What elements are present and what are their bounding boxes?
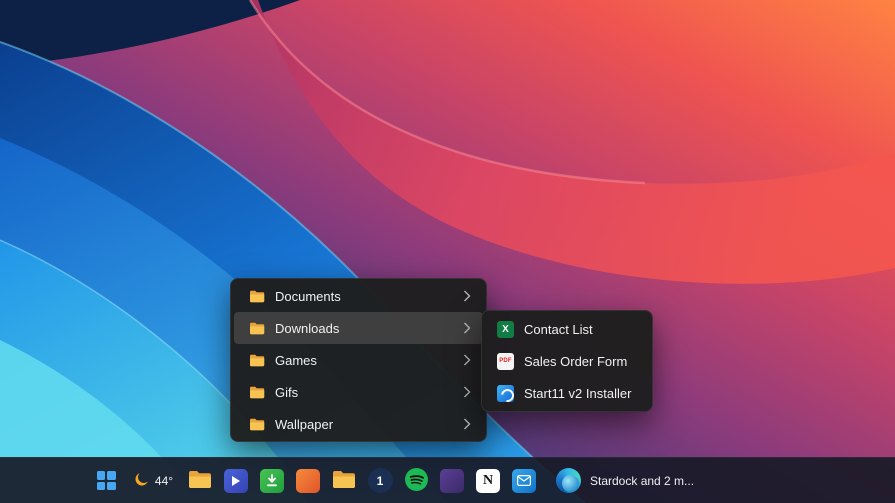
submenu-item-contact-list[interactable]: X Contact List — [485, 313, 649, 345]
menu-item-label: Documents — [275, 289, 341, 304]
folder-icon — [188, 470, 212, 492]
weather-widget[interactable]: 44° — [124, 461, 182, 501]
menu-item-downloads[interactable]: Downloads — [234, 312, 483, 344]
excel-glyph: X — [502, 324, 509, 335]
folder-context-menu: Documents Downloads Games — [230, 278, 487, 442]
desktop: Documents Downloads Games — [0, 0, 895, 503]
menu-item-label: Gifs — [275, 385, 298, 400]
taskbar: 44° — [0, 457, 895, 503]
chevron-right-icon — [463, 386, 471, 398]
onepassword-glyph: 1 — [377, 474, 384, 488]
notion-glyph: N — [483, 473, 493, 489]
folder-taskbar-button[interactable] — [182, 461, 218, 501]
menu-item-documents[interactable]: Documents — [234, 280, 483, 312]
download-manager-button[interactable] — [254, 461, 290, 501]
submenu-item-start11-installer[interactable]: Start11 v2 Installer — [485, 377, 649, 409]
folder-icon — [248, 290, 265, 303]
movies-tv-button[interactable] — [218, 461, 254, 501]
menu-item-label: Games — [275, 353, 317, 368]
folder-icon — [248, 354, 265, 367]
notion-icon: N — [476, 469, 500, 493]
notification-area[interactable]: Stardock and 2 m... — [556, 468, 694, 493]
excel-file-icon: X — [497, 321, 514, 338]
submenu-item-label: Sales Order Form — [524, 354, 627, 369]
orange-app-icon — [296, 469, 320, 493]
purple-app-icon — [440, 469, 464, 493]
orange-app-button[interactable] — [290, 461, 326, 501]
menu-item-wallpaper[interactable]: Wallpaper — [234, 408, 483, 440]
chevron-right-icon — [463, 354, 471, 366]
menu-item-gifs[interactable]: Gifs — [234, 376, 483, 408]
mail-icon — [512, 469, 536, 493]
menu-item-label: Wallpaper — [275, 417, 333, 432]
folder-taskbar-button-2[interactable] — [326, 461, 362, 501]
temperature-label: 44° — [155, 474, 173, 488]
pdf-file-icon: PDF — [497, 353, 514, 370]
downloads-submenu: X Contact List PDF Sales Order Form Star… — [481, 310, 653, 412]
edge-icon — [556, 468, 581, 493]
submenu-item-label: Start11 v2 Installer — [524, 386, 631, 401]
notification-text: Stardock and 2 m... — [590, 474, 694, 488]
movies-tv-icon — [224, 469, 248, 493]
folder-icon — [332, 470, 356, 492]
taskbar-icon-group: 44° — [88, 461, 694, 501]
crescent-moon-icon — [133, 471, 150, 491]
purple-app-button[interactable] — [434, 461, 470, 501]
onepassword-icon: 1 — [368, 468, 393, 493]
windows-logo-icon — [97, 471, 116, 490]
pdf-glyph: PDF — [499, 358, 512, 364]
chevron-right-icon — [463, 418, 471, 430]
start11-app-icon — [497, 385, 514, 402]
folder-icon — [248, 322, 265, 335]
folder-icon — [248, 386, 265, 399]
notion-button[interactable]: N — [470, 461, 506, 501]
submenu-item-label: Contact List — [524, 322, 593, 337]
menu-item-games[interactable]: Games — [234, 344, 483, 376]
chevron-right-icon — [463, 322, 471, 334]
menu-item-label: Downloads — [275, 321, 339, 336]
mail-button[interactable] — [506, 461, 542, 501]
onepassword-button[interactable]: 1 — [362, 461, 398, 501]
chevron-right-icon — [463, 290, 471, 302]
spotify-icon — [404, 467, 429, 495]
folder-icon — [248, 418, 265, 431]
download-manager-icon — [260, 469, 284, 493]
start-button[interactable] — [88, 461, 124, 501]
spotify-button[interactable] — [398, 461, 434, 501]
submenu-item-sales-order-form[interactable]: PDF Sales Order Form — [485, 345, 649, 377]
